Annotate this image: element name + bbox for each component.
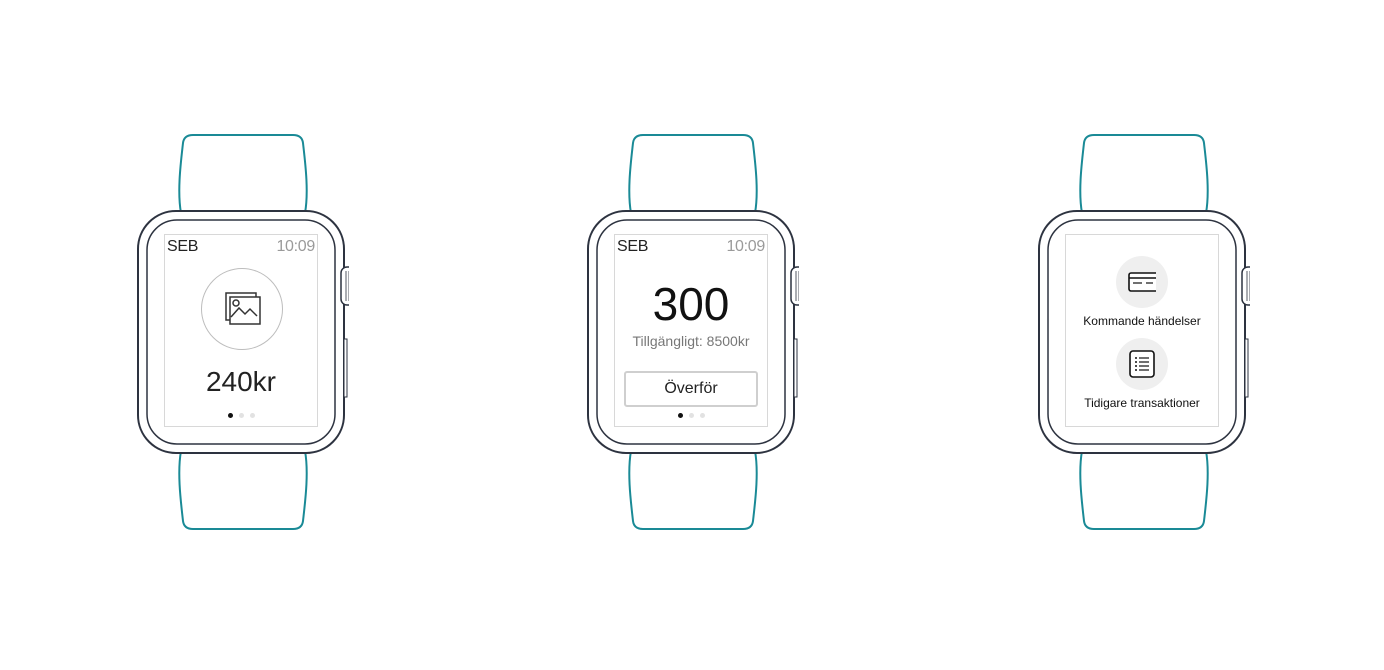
clock-time: 10:09 [276, 238, 315, 255]
page-dot [699, 413, 705, 418]
page-dot-active [677, 413, 683, 418]
menu-item-upcoming[interactable]: Kommande händelser [1066, 256, 1218, 328]
page-dot [238, 413, 244, 418]
watch-3: Kommande händelser Tidigare transaktione… [1038, 133, 1250, 531]
watch-screen: Kommande händelser Tidigare transaktione… [1065, 234, 1219, 427]
watch-1: SEB 10:09 240kr [137, 133, 349, 531]
page-indicator [165, 413, 317, 421]
card-icon [1128, 272, 1156, 292]
transfer-button[interactable]: Överför [624, 371, 758, 407]
page-dot-active [227, 413, 233, 418]
image-icon [225, 292, 261, 325]
page-indicator [615, 413, 767, 421]
brand-label: SEB [167, 238, 199, 255]
menu-label: Tidigare transaktioner [1084, 396, 1200, 410]
page-dot [249, 413, 255, 418]
list-icon [1129, 350, 1155, 378]
available-balance: Tillgängligt: 8500kr [632, 333, 750, 349]
transfer-amount: 300 [652, 278, 730, 330]
watch-screen: SEB 10:09 240kr [164, 234, 318, 427]
watch-2: SEB 10:09 300 Tillgängligt: 8500kr Överf… [587, 133, 799, 531]
menu-item-history[interactable]: Tidigare transaktioner [1066, 338, 1218, 410]
clock-time: 10:09 [726, 238, 765, 255]
brand-label: SEB [617, 238, 649, 255]
watch-screen: SEB 10:09 300 Tillgängligt: 8500kr Överf… [614, 234, 768, 427]
image-placeholder[interactable] [201, 268, 283, 350]
page-dot [688, 413, 694, 418]
menu-icon-circle [1116, 338, 1168, 390]
menu-icon-circle [1116, 256, 1168, 308]
balance-amount: 240kr [205, 366, 277, 397]
menu-label: Kommande händelser [1083, 314, 1201, 328]
